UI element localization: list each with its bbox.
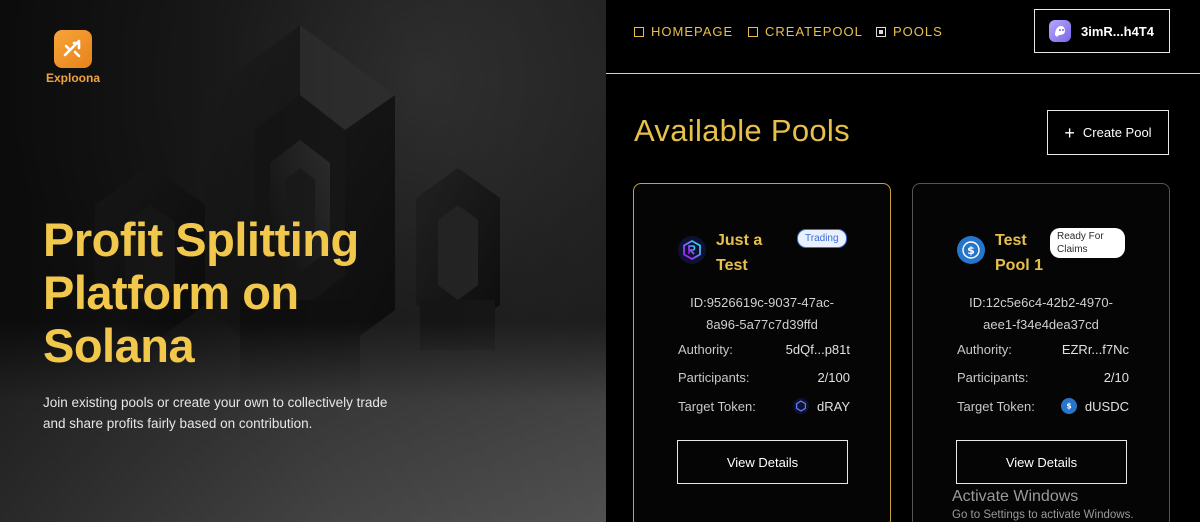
hero-title-line: Platform on [43, 266, 299, 319]
hero-title-line: Solana [43, 319, 195, 372]
participants-label: Participants: [957, 370, 1029, 385]
windows-activation-watermark: Activate Windows Go to Settings to activ… [952, 488, 1134, 521]
nav-label: HOMEPAGE [651, 24, 734, 39]
svg-text:$: $ [1066, 402, 1071, 411]
authority-row: Authority: EZRr...f7Nc [957, 342, 1129, 357]
participants-label: Participants: [678, 370, 750, 385]
participants-row: Participants: 2/10 [957, 370, 1129, 385]
participants-value: 2/100 [817, 370, 850, 385]
nav-label: CREATEPOOL [765, 24, 863, 39]
pool-id-line: ID:12c5e6c4-42b2-4970- [969, 295, 1113, 310]
hero-title: Profit Splitting Platform on Solana [43, 213, 443, 372]
raydium-icon [678, 236, 706, 264]
brand-name: Exploona [45, 71, 100, 85]
view-details-button[interactable]: View Details [677, 440, 848, 484]
nav-homepage[interactable]: HOMEPAGE [634, 24, 733, 39]
create-pool-button[interactable]: + Create Pool [1047, 110, 1169, 155]
hero-section: Exploona Profit Splitting Platform on So… [0, 0, 606, 522]
status-badge: Trading [797, 229, 847, 248]
pool-name: Just a Test [716, 232, 763, 274]
plus-icon: + [1064, 122, 1075, 143]
nav-pools[interactable]: POOLS [876, 24, 943, 39]
wallet-button[interactable]: 3imR...h4T4 [1034, 9, 1170, 53]
watermark-subtitle: Go to Settings to activate Windows. [952, 509, 1134, 521]
brand-logo[interactable]: Exploona [42, 30, 104, 85]
raydium-icon [793, 398, 809, 414]
usdc-icon: $ [1060, 398, 1077, 414]
target-token-value: dRAY [793, 398, 850, 414]
pool-name: Test Pool 1 [995, 232, 1044, 274]
pool-card[interactable]: Just a Test Trading ID:9526619c-9037-47a… [633, 183, 891, 522]
pool-id: ID:9526619c-9037-47ac- 8a96-5a77c7d39ffd [634, 292, 890, 336]
exploona-logo-icon [54, 30, 92, 68]
hero-subtitle: Join existing pools or create your own t… [43, 395, 388, 431]
authority-row: Authority: 5dQf...p81t [678, 342, 850, 357]
pool-id-line: 8a96-5a77c7d39ffd [706, 317, 818, 332]
wallet-ghost-icon [1049, 20, 1071, 42]
create-pool-label: Create Pool [1082, 125, 1152, 140]
svg-text:$: $ [967, 244, 975, 257]
target-token-symbol: dUSDC [1084, 398, 1129, 414]
watermark-title: Activate Windows [952, 488, 1079, 505]
checkbox-icon [634, 26, 644, 37]
authority-label: Authority: [957, 342, 1012, 357]
pools-panel: HOMEPAGE CREATEPOOL POOLS 3imR...h4T4 Av… [606, 0, 1200, 522]
participants-value: 2/10 [1103, 370, 1129, 385]
target-token-label: Target Token: [957, 398, 1035, 414]
wallet-address: 3imR...h4T4 [1081, 23, 1154, 39]
nav-createpool[interactable]: CREATEPOOL [748, 24, 863, 39]
checkbox-icon [748, 26, 758, 37]
pool-id-line: ID:9526619c-9037-47ac- [690, 295, 834, 310]
hero-title-line: Profit Splitting [43, 213, 359, 266]
authority-label: Authority: [678, 342, 733, 357]
authority-value: EZRr...f7Nc [1061, 342, 1129, 357]
target-token-value: $ dUSDC [1060, 398, 1129, 414]
page-title: Available Pools [634, 113, 850, 148]
checkbox-checked-icon [876, 26, 886, 37]
pool-id-line: aee1-f34e4dea37cd [983, 317, 1099, 332]
pool-card-header: Just a Test [678, 228, 778, 278]
target-token-row: Target Token: $ dUSDC [957, 398, 1129, 414]
view-details-button[interactable]: View Details [956, 440, 1127, 484]
pool-card[interactable]: $ Test Pool 1 Ready For Claims ID:12c5e6… [912, 183, 1170, 522]
target-token-row: Target Token: dRAY [678, 398, 850, 414]
top-navigation: HOMEPAGE CREATEPOOL POOLS 3imR...h4T4 [606, 0, 1200, 74]
target-token-symbol: dRAY [817, 398, 850, 414]
authority-value: 5dQf...p81t [785, 342, 850, 357]
usdc-icon: $ [957, 236, 985, 264]
status-badge: Ready For Claims [1050, 228, 1125, 258]
target-token-label: Target Token: [678, 398, 756, 414]
pool-card-header: $ Test Pool 1 [957, 228, 1057, 278]
participants-row: Participants: 2/100 [678, 370, 850, 385]
nav-label: POOLS [893, 24, 943, 39]
pool-id: ID:12c5e6c4-42b2-4970- aee1-f34e4dea37cd [913, 292, 1169, 336]
